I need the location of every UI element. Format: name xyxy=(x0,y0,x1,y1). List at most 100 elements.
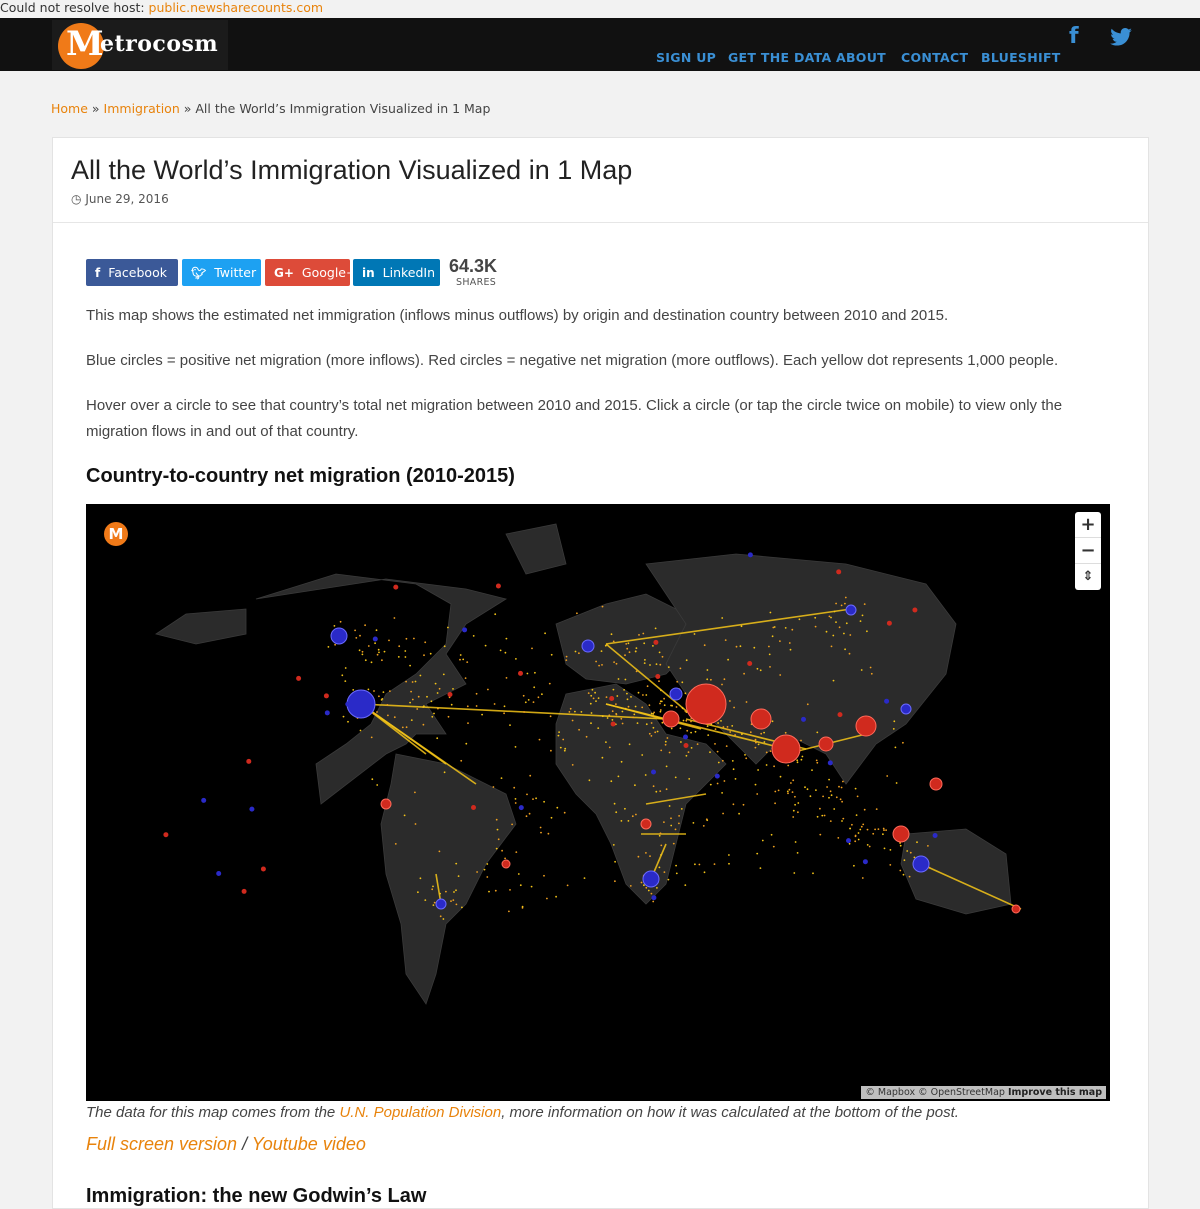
country-circle[interactable] xyxy=(447,692,453,697)
negative-migration-circle[interactable] xyxy=(929,777,943,791)
nav-about[interactable]: ABOUT xyxy=(836,50,886,65)
country-circle[interactable] xyxy=(747,661,753,666)
country-circle[interactable] xyxy=(462,627,468,633)
nav-sign-up[interactable]: SIGN UP xyxy=(656,50,716,65)
country-circle[interactable] xyxy=(609,696,615,701)
positive-migration-circle[interactable] xyxy=(435,898,447,910)
country-circle[interactable] xyxy=(296,675,302,681)
country-circle[interactable] xyxy=(323,693,329,699)
positive-migration-circle[interactable] xyxy=(912,855,930,873)
country-circle[interactable] xyxy=(836,569,842,575)
zoom-out-button[interactable]: − xyxy=(1075,538,1101,564)
negative-migration-circle[interactable] xyxy=(750,708,772,730)
positive-migration-circle[interactable] xyxy=(669,687,683,701)
negative-migration-circle[interactable] xyxy=(771,734,801,764)
migrant-dot xyxy=(842,780,844,783)
country-circle[interactable] xyxy=(653,639,659,645)
migrant-dot xyxy=(765,764,768,766)
country-circle[interactable] xyxy=(651,895,657,901)
country-circle[interactable] xyxy=(249,806,255,812)
country-circle[interactable] xyxy=(862,859,868,865)
full-screen-link[interactable]: Full screen version xyxy=(86,1134,237,1154)
country-circle[interactable] xyxy=(345,701,351,707)
country-circle[interactable] xyxy=(884,698,890,704)
positive-migration-circle[interactable] xyxy=(330,627,348,645)
migrant-dot xyxy=(722,726,725,728)
migrant-dot xyxy=(534,671,536,674)
un-population-link[interactable]: U.N. Population Division xyxy=(339,1104,501,1121)
country-circle[interactable] xyxy=(324,710,330,716)
negative-migration-circle[interactable] xyxy=(662,710,680,728)
country-circle[interactable] xyxy=(683,734,688,740)
negative-migration-circle[interactable] xyxy=(685,683,727,725)
twitter-icon[interactable] xyxy=(1110,27,1132,52)
country-circle[interactable] xyxy=(393,584,399,590)
negative-migration-circle[interactable] xyxy=(380,798,392,810)
site-logo[interactable]: M etrocosm xyxy=(52,20,228,70)
country-circle[interactable] xyxy=(886,620,892,626)
migrant-dot xyxy=(768,653,771,656)
country-circle[interactable] xyxy=(651,769,656,775)
positive-migration-circle[interactable] xyxy=(346,689,376,719)
country-circle[interactable] xyxy=(518,670,523,676)
nav-blueshift[interactable]: BLUESHIFT xyxy=(981,50,1061,65)
country-circle[interactable] xyxy=(241,888,247,894)
country-circle[interactable] xyxy=(846,838,851,844)
migrant-dot xyxy=(455,862,458,865)
country-circle[interactable] xyxy=(260,866,266,872)
zoom-in-button[interactable]: + xyxy=(1075,512,1101,538)
positive-migration-circle[interactable] xyxy=(900,703,912,715)
share-facebook-button[interactable]: f Facebook xyxy=(86,259,178,286)
country-circle[interactable] xyxy=(610,721,616,727)
share-twitter-button[interactable]: 🐦︎ Twitter xyxy=(182,259,261,286)
migrant-dot xyxy=(605,696,608,698)
positive-migration-circle[interactable] xyxy=(581,639,595,653)
map-caption: The data for this map comes from the U.N… xyxy=(86,1104,959,1121)
country-circle[interactable] xyxy=(163,832,169,838)
breadcrumb-home[interactable]: Home xyxy=(51,101,88,116)
attribution-text[interactable]: © Mapbox © OpenStreetMap xyxy=(865,1087,1005,1098)
negative-migration-circle[interactable] xyxy=(855,715,877,737)
negative-migration-circle[interactable] xyxy=(818,736,834,752)
negative-migration-circle[interactable] xyxy=(1011,904,1021,914)
share-linkedin-button[interactable]: in LinkedIn xyxy=(353,259,440,286)
migration-map[interactable]: M + − ⇕ © Mapbox © OpenStreetMap Improve… xyxy=(86,504,1110,1101)
country-circle[interactable] xyxy=(372,636,378,642)
country-circle[interactable] xyxy=(837,712,843,718)
country-circle[interactable] xyxy=(912,607,918,613)
youtube-link[interactable]: Youtube video xyxy=(252,1134,366,1154)
migrant-dot xyxy=(409,701,411,704)
country-circle[interactable] xyxy=(495,583,501,589)
negative-migration-circle[interactable] xyxy=(640,818,652,830)
country-circle[interactable] xyxy=(747,552,753,558)
migrant-dot xyxy=(436,737,439,740)
migrant-dot xyxy=(627,642,630,645)
improve-map-link[interactable]: Improve this map xyxy=(1008,1087,1102,1098)
country-circle[interactable] xyxy=(683,743,689,748)
positive-migration-circle[interactable] xyxy=(845,604,857,616)
share-google-button[interactable]: G+ Google+ xyxy=(265,259,356,286)
error-host-link[interactable]: public.newsharecounts.com xyxy=(149,0,324,15)
country-circle[interactable] xyxy=(471,805,476,810)
country-circle[interactable] xyxy=(655,674,661,679)
country-circle[interactable] xyxy=(216,871,222,876)
country-circle[interactable] xyxy=(827,760,833,766)
country-circle[interactable] xyxy=(932,833,938,838)
breadcrumb-immigration[interactable]: Immigration xyxy=(104,101,180,116)
country-circle[interactable] xyxy=(201,797,207,803)
migrant-dot xyxy=(508,910,510,913)
country-circle[interactable] xyxy=(714,773,720,779)
map-canvas[interactable] xyxy=(86,504,1110,1101)
compass-icon[interactable]: ⇕ xyxy=(1075,564,1101,590)
country-circle[interactable] xyxy=(246,758,252,764)
country-circle[interactable] xyxy=(801,716,806,722)
negative-migration-circle[interactable] xyxy=(501,859,511,869)
nav-contact[interactable]: CONTACT xyxy=(901,50,968,65)
migrant-dot xyxy=(902,741,904,744)
migrant-dot xyxy=(495,847,498,850)
positive-migration-circle[interactable] xyxy=(642,870,660,888)
negative-migration-circle[interactable] xyxy=(892,825,910,843)
nav-get-the-data[interactable]: GET THE DATA xyxy=(728,50,831,65)
facebook-icon[interactable]: f xyxy=(1069,24,1079,49)
country-circle[interactable] xyxy=(518,805,524,811)
